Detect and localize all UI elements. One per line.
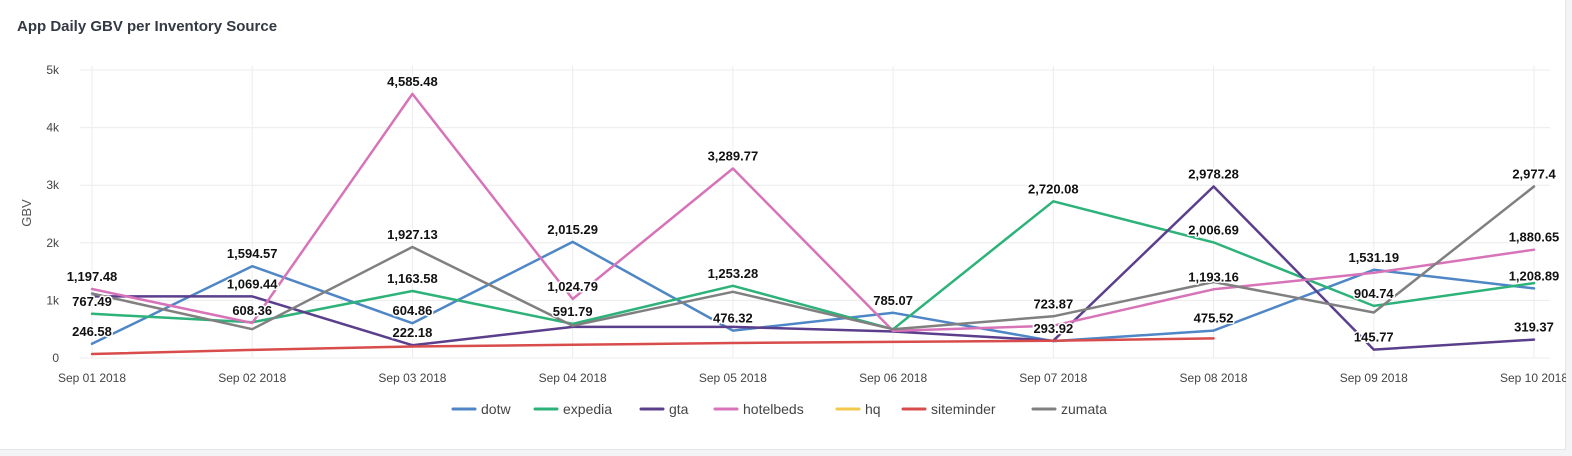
data-label: 723.87	[1033, 296, 1073, 311]
x-tick-label: Sep 01 2018	[58, 371, 126, 385]
data-label: 319.37	[1514, 320, 1554, 335]
x-tick-label: Sep 09 2018	[1340, 371, 1408, 385]
data-label: 1,594.57	[227, 246, 278, 261]
data-label: 475.52	[1194, 311, 1234, 326]
data-label: 904.74	[1354, 286, 1395, 301]
y-tick-label: 2k	[46, 236, 60, 250]
data-label: 1,880.65	[1509, 230, 1560, 245]
data-label: 476.32	[713, 311, 753, 326]
data-label: 2,978.28	[1188, 166, 1239, 181]
x-tick-label: Sep 06 2018	[859, 371, 927, 385]
legend-item-gta[interactable]: gta	[669, 401, 689, 417]
data-label: 2,977.4	[1512, 167, 1556, 182]
data-label: 1,253.28	[708, 266, 759, 281]
x-tick-label: Sep 04 2018	[539, 371, 607, 385]
data-label: 1,531.19	[1348, 250, 1399, 265]
line-chart: 0 1k 2k 3k 4k 5k Sep 01 2018 Sep 02 2018 Sep 03 …	[19, 63, 1566, 417]
data-label: 1,163.58	[387, 271, 438, 286]
data-label: 2,006.69	[1188, 222, 1239, 237]
legend-item-expedia[interactable]: expedia	[563, 401, 612, 417]
data-label: 293.92	[1033, 321, 1073, 336]
y-tick-label: 0	[52, 351, 59, 365]
x-tick-label: Sep 08 2018	[1180, 371, 1248, 385]
data-label: 1,193.16	[1188, 269, 1239, 284]
data-label: 2,015.29	[547, 222, 598, 237]
data-label: 785.07	[873, 293, 913, 308]
data-label: 1,927.13	[387, 227, 438, 242]
data-label: 2,720.08	[1028, 181, 1079, 196]
x-tick-label: Sep 05 2018	[699, 371, 767, 385]
legend-item-siteminder[interactable]: siteminder	[931, 401, 996, 417]
x-tick-label: Sep 10 2018	[1500, 371, 1566, 385]
data-label: 222.18	[393, 325, 433, 340]
y-tick-label: 3k	[46, 178, 60, 192]
x-tick-label: Sep 02 2018	[218, 371, 286, 385]
data-label: 767.49	[72, 294, 112, 309]
data-label: 1,208.89	[1509, 268, 1560, 283]
y-tick-label: 5k	[46, 63, 60, 77]
y-tick-label: 4k	[46, 121, 60, 135]
data-label: 608.36	[232, 303, 272, 318]
legend-item-dotw[interactable]: dotw	[481, 401, 511, 417]
data-label: 1,197.48	[67, 269, 118, 284]
data-label: 4,585.48	[387, 74, 438, 89]
series-line-hotelbeds	[90, 92, 1536, 333]
x-tick-label: Sep 07 2018	[1019, 371, 1087, 385]
series-line-siteminder	[90, 337, 1215, 356]
legend-item-hotelbeds[interactable]: hotelbeds	[743, 401, 804, 417]
y-axis-label: GBV	[19, 199, 34, 227]
chart-panel: App Daily GBV per Inventory Source 0 1k 2k…	[0, 0, 1566, 450]
data-label: 246.58	[72, 324, 112, 339]
data-label: 1,069.44	[227, 276, 278, 291]
x-tick-label: Sep 03 2018	[378, 371, 446, 385]
series-line-gta	[90, 185, 1536, 351]
data-label: 145.77	[1354, 330, 1394, 345]
data-label: 3,289.77	[708, 149, 759, 164]
data-label: 591.79	[553, 304, 593, 319]
legend-item-hq[interactable]: hq	[865, 401, 881, 417]
y-tick-label: 1k	[46, 293, 60, 307]
legend-item-zumata[interactable]: zumata	[1061, 401, 1107, 417]
data-label: 604.86	[393, 303, 433, 318]
data-label: 1,024.79	[547, 279, 598, 294]
